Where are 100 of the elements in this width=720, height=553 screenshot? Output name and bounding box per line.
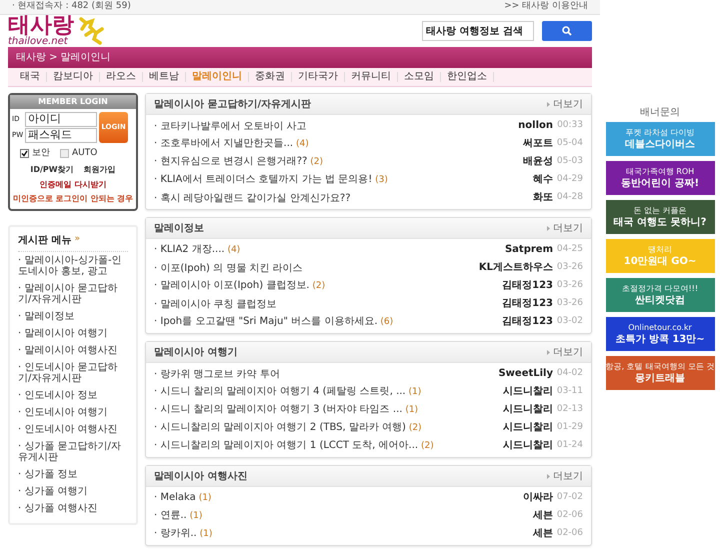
post-title-link[interactable]: · 이포(Ipoh) 의 명물 치킨 라이스: [154, 260, 475, 276]
banner-text: Onlinetour.co.kr: [628, 322, 692, 334]
board-menu-item[interactable]: · 말레이시아 묻고답하기/자유게시판: [18, 280, 128, 308]
more-link[interactable]: 더보기: [553, 344, 583, 360]
ad-banner[interactable]: 항공, 호텔 태국여행의 모든 것 몽키트래블: [606, 356, 714, 390]
checkmark-icon: [21, 150, 28, 158]
post-title-link[interactable]: · KLIA에서 트레이더스 호텔까지 가는 법 문의용! (3): [154, 172, 475, 188]
panel-title: 말레이정보: [154, 222, 204, 236]
more-link[interactable]: 더보기: [553, 468, 583, 484]
post-title-link[interactable]: · 조호루바에서 지낼만한곳들... (4): [154, 136, 475, 152]
password-field[interactable]: 패스워드: [25, 128, 97, 143]
post-title-link[interactable]: · 말레이시아 쿠칭 클럽정보: [154, 296, 475, 312]
panel-title: 말레이시아 여행사진: [154, 470, 248, 484]
post-title-link[interactable]: · 현지유심으로 변경시 은행거래?? (2): [154, 154, 475, 170]
more-link[interactable]: 더보기: [553, 96, 583, 112]
post-title-link[interactable]: · Ipoh를 오고갈땐 "Sri Maju" 버스를 이용하세요. (6): [154, 314, 475, 330]
post-title-link[interactable]: · 코타키나발루에서 오토바이 사고: [154, 118, 475, 134]
checkbox[interactable]: [60, 149, 69, 158]
ad-banner[interactable]: 초절정가격 다모여!!! 싼티켓닷컴: [606, 278, 714, 312]
post-date: 03-11: [556, 385, 583, 398]
post-title-link[interactable]: · 시드니 찰리의 말레이지아 여행기 4 (페탈링 스트릿, ... (1): [154, 384, 475, 400]
post-date: 02-06: [556, 527, 583, 540]
board-menu-item[interactable]: · 말레이정보: [18, 308, 128, 324]
arrow-icon: [547, 350, 550, 354]
board-menu-item[interactable]: · 인도네시아 정보: [18, 386, 128, 404]
checkbox[interactable]: [20, 149, 29, 158]
search-field[interactable]: 태사랑 여행정보 검색: [422, 21, 534, 42]
nav-tab[interactable]: 커뮤니티: [345, 69, 397, 84]
logo-domain: thailove.net: [8, 37, 69, 48]
more-link[interactable]: 더보기: [553, 220, 583, 236]
board-menu-item[interactable]: · 말레이시아-싱가폴-인도네시아 홍보, 광고: [18, 252, 128, 280]
board-menu-item[interactable]: · 인도네시아 묻고답하기/자유게시판: [18, 358, 128, 386]
checkbox-label: 보안: [32, 147, 50, 160]
login-title: MEMBER LOGIN: [38, 96, 108, 108]
post-title-link[interactable]: · 랑카위 맹그로브 카약 투어: [154, 366, 475, 382]
banner-text: 땡처리: [648, 244, 672, 256]
post-title-link[interactable]: · 시드니 찰리의 말레이지아 여행기 3 (버자야 타임즈 ... (1): [154, 402, 475, 418]
post-title-link[interactable]: · 말레이시아 이포(Ipoh) 클럽정보. (2): [154, 278, 475, 294]
post-author: 혜수: [532, 175, 553, 185]
search-icon: [562, 26, 572, 36]
nav-tab[interactable]: 라오스: [100, 69, 142, 84]
post-author: 세븐: [532, 511, 553, 521]
post-date: 07-02: [556, 491, 583, 504]
arrow-icon: [547, 102, 550, 106]
board-menu-item[interactable]: · 싱가폴 여행기: [18, 482, 128, 500]
nav-tab[interactable]: 중화권: [249, 69, 291, 84]
board-menu-item[interactable]: · 싱가폴 묻고답하기/자유게시판: [18, 438, 128, 466]
board-menu-item[interactable]: · 싱가폴 여행사진: [18, 500, 128, 516]
account-link[interactable]: 회원가입: [84, 164, 116, 176]
post-author: 시드니찰리: [502, 423, 553, 433]
post-title-link[interactable]: · 혹시 레당아일랜드 같이가실 안계신가요??: [154, 190, 475, 206]
nav-tab[interactable]: 태국: [14, 69, 46, 84]
guide-link[interactable]: >> 태사랑 이용안내: [504, 0, 588, 14]
post-date: 04-29: [556, 173, 583, 186]
post-title-link[interactable]: · 시드니찰리의 말레이지아 여행기 1 (LCCT 도착, 에어아... (2): [154, 438, 475, 454]
nav-tab[interactable]: 한인업소: [441, 69, 493, 84]
nav-tab[interactable]: 소모임: [398, 69, 440, 84]
ad-banner[interactable]: 돈 없는 커플은 태국 여행도 못하니?: [606, 200, 714, 234]
post-author: 시드니찰리: [502, 441, 553, 451]
post-date: 05-04: [556, 137, 583, 150]
board-menu-item[interactable]: · 싱가폴 정보: [18, 466, 128, 482]
account-link[interactable]: ID/PW찾기: [30, 164, 74, 176]
post-author: 김태정123: [501, 299, 553, 309]
post-title-link[interactable]: · Melaka (1): [154, 490, 475, 506]
post-date: 04-02: [556, 367, 583, 380]
search-button[interactable]: [542, 21, 592, 42]
post-title-link[interactable]: · 시드니찰리의 말레이지아 여행기 2 (TBS, 말라카 여행) (2): [154, 420, 475, 436]
post-author: 김태정123: [501, 281, 553, 291]
post-date: 01-29: [556, 421, 583, 434]
post-author: 시드니찰리: [502, 405, 553, 415]
post-title-link[interactable]: · KLIA2 개장.... (4): [154, 242, 475, 258]
post-title-link[interactable]: · 연륜.. (1): [154, 508, 475, 524]
logo-text[interactable]: 태사랑: [8, 15, 74, 38]
post-title-link[interactable]: · 랑카위.. (1): [154, 526, 475, 542]
nav-tab[interactable]: 기타국가: [292, 69, 344, 84]
banner-text: 푸켓 라차섬 다이빙: [625, 127, 695, 139]
post-date: 03-26: [556, 297, 583, 310]
board-menu-item[interactable]: · 말레이시아 여행사진: [18, 342, 128, 358]
post-date: 05-03: [556, 155, 583, 168]
banner-text: 태국가족여행 ROH: [626, 166, 694, 178]
board-menu-item[interactable]: · 말레이시아 여행기: [18, 324, 128, 342]
board-menu-item[interactable]: · 인도네시아 여행사진: [18, 420, 128, 438]
post-date: 00:33: [556, 119, 583, 132]
resend-email-link[interactable]: 인증메일 다시받기: [40, 178, 106, 190]
post-date: 03-26: [556, 261, 583, 274]
nav-tab[interactable]: 베트남: [143, 69, 185, 84]
board-menu-item[interactable]: · 인도네시아 여행기: [18, 404, 128, 420]
id-field[interactable]: 아이디: [25, 112, 97, 127]
banner-text: 몽키트래블: [635, 373, 685, 385]
login-help-link[interactable]: 미인증으로 로그인이 안되는 경우: [12, 192, 134, 204]
banner-inquiry-label: 배너문의: [640, 106, 680, 120]
post-date: 03-02: [556, 315, 583, 328]
banner-text: 초특가 방콕 13만~: [615, 334, 705, 346]
banner-text: 돈 없는 커플은: [633, 205, 687, 217]
checkbox-label: AUTO: [72, 147, 98, 160]
ad-banner[interactable]: 태국가족여행 ROH 동반어린이 공짜!: [606, 161, 714, 195]
nav-tab[interactable]: 캄보디아: [47, 69, 99, 84]
ad-banner[interactable]: Onlinetour.co.kr 초특가 방콕 13만~: [606, 317, 714, 351]
banner-text: 항공, 호텔 태국여행의 모든 것: [606, 361, 714, 373]
board-menu-title: 게시판 메뉴: [18, 234, 72, 248]
